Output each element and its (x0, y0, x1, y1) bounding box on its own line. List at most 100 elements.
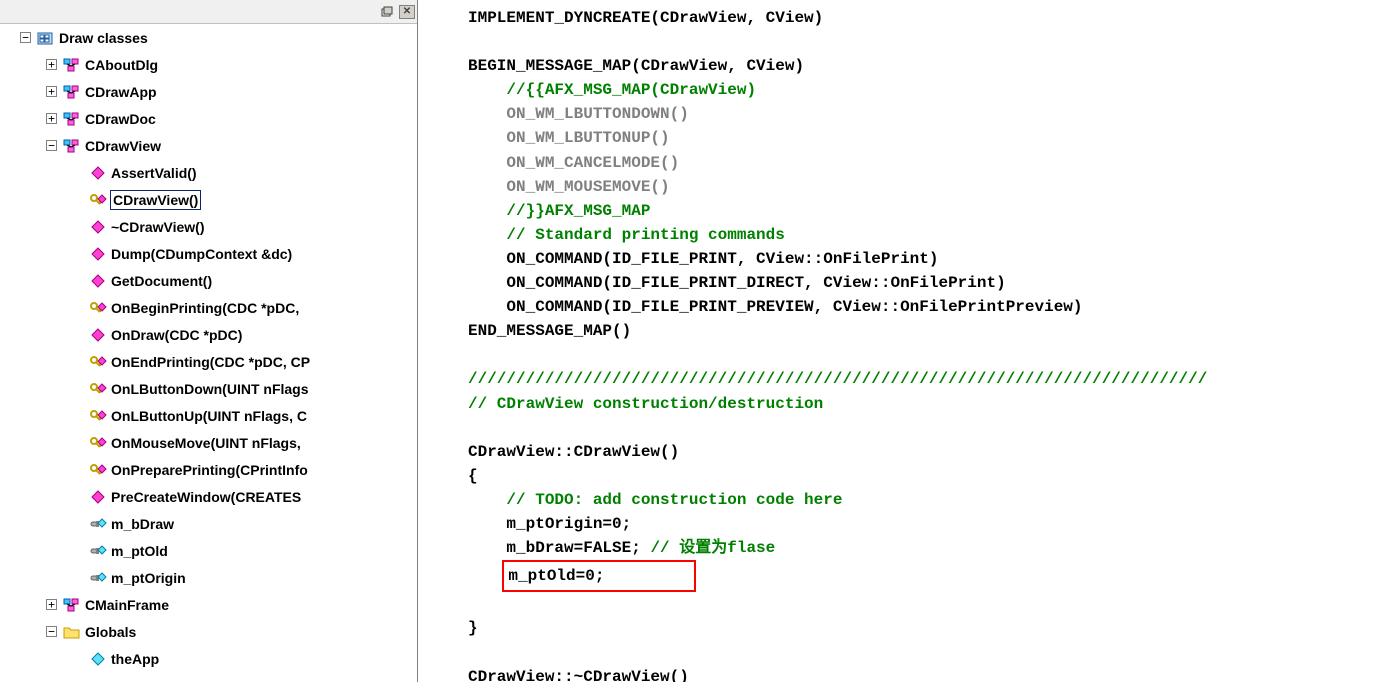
tree-item-label: m_bDraw (111, 516, 174, 532)
fn-icon (89, 273, 107, 289)
sidebar-titlebar: ✕ (0, 0, 417, 24)
project-icon (37, 30, 55, 46)
expander-placeholder (72, 275, 83, 286)
expander-placeholder (72, 221, 83, 232)
class-icon (63, 597, 81, 613)
tree-item-label: OnLButtonDown(UINT nFlags (111, 381, 309, 397)
collapse-icon[interactable]: − (20, 32, 31, 43)
tree-item-label: m_ptOrigin (111, 570, 186, 586)
fn-icon (89, 165, 107, 181)
expander-placeholder (72, 545, 83, 556)
tree-item-label: OnDraw(CDC *pDC) (111, 327, 242, 343)
class-icon (63, 111, 81, 127)
tree-item-label: OnBeginPrinting(CDC *pDC, (111, 300, 299, 316)
tree-item-label: CDrawApp (85, 84, 157, 100)
tree-root[interactable]: −Draw classes (0, 24, 417, 51)
tree-item-theapp[interactable]: theApp (0, 645, 417, 672)
tree-item-label: OnMouseMove(UINT nFlags, (111, 435, 301, 451)
tree-item-mptorigin[interactable]: m_ptOrigin (0, 564, 417, 591)
tree-item-label: Globals (85, 624, 136, 640)
tree-item-label: theApp (111, 651, 159, 667)
kfn-icon (89, 381, 107, 397)
tree-item-dumpcdumpcontextdc[interactable]: Dump(CDumpContext &dc) (0, 240, 417, 267)
expand-icon[interactable]: + (46, 86, 57, 97)
tree-item-globals[interactable]: − Globals (0, 618, 417, 645)
expander-placeholder (72, 491, 83, 502)
tree-item-assertvalid[interactable]: AssertValid() (0, 159, 417, 186)
tree-item-label: m_ptOld (111, 543, 168, 559)
tree-item-cdrawview[interactable]: ~CDrawView() (0, 213, 417, 240)
tree-item-label: CMainFrame (85, 597, 169, 613)
fn-icon (89, 246, 107, 262)
var-icon (89, 570, 107, 586)
var-icon (89, 516, 107, 532)
tree-item-label: AssertValid() (111, 165, 197, 181)
fn-icon (89, 327, 107, 343)
tree-item-cdrawview[interactable]: − CDrawView (0, 132, 417, 159)
tree-item-label: OnLButtonUp(UINT nFlags, C (111, 408, 307, 424)
tree-item-cdrawapp[interactable]: + CDrawApp (0, 78, 417, 105)
kfn-icon (89, 300, 107, 316)
tree-item-mbdraw[interactable]: m_bDraw (0, 510, 417, 537)
kfn-icon (89, 408, 107, 424)
restore-icon[interactable] (379, 4, 395, 20)
tree-item-onprepareprintingcprintinfo[interactable]: OnPreparePrinting(CPrintInfo (0, 456, 417, 483)
tree-item-getdocument[interactable]: GetDocument() (0, 267, 417, 294)
expander-placeholder (72, 167, 83, 178)
tree-item-label: GetDocument() (111, 273, 212, 289)
class-view-sidebar: ✕ −Draw classes + CAboutDlg + CDrawApp + CDraw… (0, 0, 418, 682)
folder-icon (63, 624, 81, 640)
tree-item-onmousemoveuintnflags[interactable]: OnMouseMove(UINT nFlags, (0, 429, 417, 456)
collapse-icon[interactable]: − (46, 140, 57, 151)
tree-item-onlbuttondownuintnflags[interactable]: OnLButtonDown(UINT nFlags (0, 375, 417, 402)
expander-placeholder (72, 653, 83, 664)
tree-item-label: OnEndPrinting(CDC *pDC, CP (111, 354, 310, 370)
highlighted-code: m_ptOld=0; (502, 560, 696, 592)
fn-icon (89, 489, 107, 505)
collapse-icon[interactable]: − (46, 626, 57, 637)
close-icon[interactable]: ✕ (399, 5, 415, 19)
kfn-icon (89, 354, 107, 370)
expander-placeholder (72, 383, 83, 394)
code-editor[interactable]: IMPLEMENT_DYNCREATE(CDrawView, CView) BE… (418, 0, 1380, 682)
kfn-icon (89, 462, 107, 478)
kfn-icon (89, 435, 107, 451)
expander-placeholder (72, 302, 83, 313)
expander-placeholder (72, 410, 83, 421)
tree-item-label: PreCreateWindow(CREATES (111, 489, 301, 505)
tree-item-label: CDrawDoc (85, 111, 156, 127)
expander-placeholder (72, 437, 83, 448)
expander-placeholder (72, 464, 83, 475)
tree-item-mptold[interactable]: m_ptOld (0, 537, 417, 564)
tree-item-label: ~CDrawView() (111, 219, 205, 235)
expander-placeholder (72, 248, 83, 259)
tree-item-label: CDrawView (85, 138, 161, 154)
tree-item-cdrawview[interactable]: CDrawView() (0, 186, 417, 213)
kfn-icon (89, 192, 107, 208)
tree-item-caboutdlg[interactable]: + CAboutDlg (0, 51, 417, 78)
tree-item-onendprintingcdcpdccp[interactable]: OnEndPrinting(CDC *pDC, CP (0, 348, 417, 375)
tree-item-label: Dump(CDumpContext &dc) (111, 246, 292, 262)
tree-item-cmainframe[interactable]: + CMainFrame (0, 591, 417, 618)
class-tree[interactable]: −Draw classes + CAboutDlg + CDrawApp + CDrawDo… (0, 24, 417, 682)
expand-icon[interactable]: + (46, 113, 57, 124)
class-icon (63, 84, 81, 100)
expander-placeholder (72, 572, 83, 583)
expand-icon[interactable]: + (46, 599, 57, 610)
var-icon (89, 543, 107, 559)
tree-item-onlbuttonupuintnflagsc[interactable]: OnLButtonUp(UINT nFlags, C (0, 402, 417, 429)
tree-item-cdrawdoc[interactable]: + CDrawDoc (0, 105, 417, 132)
tree-item-label: CAboutDlg (85, 57, 158, 73)
expander-placeholder (72, 518, 83, 529)
class-icon (63, 138, 81, 154)
gvar-icon (89, 651, 107, 667)
class-icon (63, 57, 81, 73)
expander-placeholder (72, 329, 83, 340)
tree-item-onbeginprintingcdcpdc[interactable]: OnBeginPrinting(CDC *pDC, (0, 294, 417, 321)
tree-item-precreatewindowcreates[interactable]: PreCreateWindow(CREATES (0, 483, 417, 510)
tree-item-label: OnPreparePrinting(CPrintInfo (111, 462, 308, 478)
tree-item-ondrawcdcpdc[interactable]: OnDraw(CDC *pDC) (0, 321, 417, 348)
tree-item-label: CDrawView() (111, 191, 200, 209)
expander-placeholder (72, 356, 83, 367)
expand-icon[interactable]: + (46, 59, 57, 70)
